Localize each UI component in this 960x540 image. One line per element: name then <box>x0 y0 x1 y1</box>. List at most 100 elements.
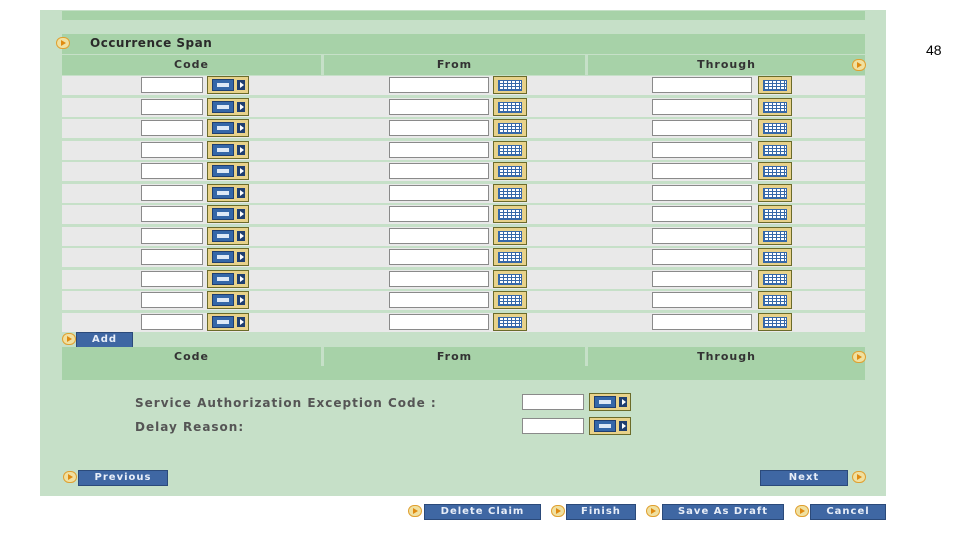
through-calendar-button[interactable] <box>758 205 792 223</box>
calendar-icon <box>498 252 522 263</box>
through-calendar-button[interactable] <box>758 248 792 266</box>
add-button[interactable]: Add <box>76 332 133 348</box>
through-date-input[interactable] <box>652 206 752 222</box>
through-calendar-button[interactable] <box>758 227 792 245</box>
cancel-bullet-icon <box>795 505 809 517</box>
through-calendar-button[interactable] <box>758 76 792 94</box>
through-date-input[interactable] <box>652 99 752 115</box>
calendar-icon <box>498 102 522 113</box>
arrow-right-icon <box>237 209 245 219</box>
code-input[interactable] <box>141 99 203 115</box>
through-date-input[interactable] <box>652 185 752 201</box>
bullet-icon <box>852 59 866 71</box>
from-calendar-button[interactable] <box>493 98 527 116</box>
arrow-right-icon <box>619 397 627 407</box>
cancel-button[interactable]: Cancel <box>810 504 886 520</box>
from-calendar-button[interactable] <box>493 76 527 94</box>
code-lookup-button[interactable] <box>207 98 249 116</box>
through-date-input[interactable] <box>652 120 752 136</box>
from-calendar-button[interactable] <box>493 141 527 159</box>
delete-claim-button[interactable]: Delete Claim <box>424 504 541 520</box>
code-input[interactable] <box>141 314 203 330</box>
code-lookup-button[interactable] <box>207 119 249 137</box>
from-date-input[interactable] <box>389 249 489 265</box>
from-date-input[interactable] <box>389 271 489 287</box>
service-auth-lookup-button[interactable] <box>589 393 631 411</box>
previous-button[interactable]: Previous <box>78 470 168 486</box>
from-date-input[interactable] <box>389 185 489 201</box>
code-input[interactable] <box>141 163 203 179</box>
from-calendar-button[interactable] <box>493 119 527 137</box>
next-button[interactable]: Next <box>760 470 848 486</box>
code-lookup-button[interactable] <box>207 162 249 180</box>
from-date-input[interactable] <box>389 99 489 115</box>
from-date-input[interactable] <box>389 77 489 93</box>
through-date-input[interactable] <box>652 271 752 287</box>
through-date-input[interactable] <box>652 77 752 93</box>
from-calendar-button[interactable] <box>493 162 527 180</box>
code-lookup-button[interactable] <box>207 205 249 223</box>
finish-bullet-icon <box>551 505 565 517</box>
code-input[interactable] <box>141 120 203 136</box>
through-date-input[interactable] <box>652 292 752 308</box>
from-calendar-button[interactable] <box>493 291 527 309</box>
through-calendar-button[interactable] <box>758 119 792 137</box>
through-date-input[interactable] <box>652 314 752 330</box>
from-calendar-button[interactable] <box>493 184 527 202</box>
from-calendar-button[interactable] <box>493 227 527 245</box>
through-date-input[interactable] <box>652 249 752 265</box>
code-lookup-button[interactable] <box>207 141 249 159</box>
through-calendar-button[interactable] <box>758 313 792 331</box>
from-date-input[interactable] <box>389 228 489 244</box>
code-lookup-button[interactable] <box>207 76 249 94</box>
from-calendar-button[interactable] <box>493 313 527 331</box>
arrow-right-icon <box>237 317 245 327</box>
arrow-right-icon <box>237 231 245 241</box>
code-input[interactable] <box>141 249 203 265</box>
through-calendar-button[interactable] <box>758 184 792 202</box>
delay-reason-lookup-button[interactable] <box>589 417 631 435</box>
lookup-icon <box>212 122 234 134</box>
code-input[interactable] <box>141 185 203 201</box>
code-lookup-button[interactable] <box>207 313 249 331</box>
code-lookup-button[interactable] <box>207 270 249 288</box>
code-lookup-button[interactable] <box>207 184 249 202</box>
through-date-input[interactable] <box>652 163 752 179</box>
code-input[interactable] <box>141 77 203 93</box>
from-calendar-button[interactable] <box>493 205 527 223</box>
calendar-icon <box>763 80 787 91</box>
code-lookup-button[interactable] <box>207 248 249 266</box>
save-as-draft-button[interactable]: Save As Draft <box>662 504 784 520</box>
from-calendar-button[interactable] <box>493 270 527 288</box>
finish-button[interactable]: Finish <box>566 504 636 520</box>
lookup-icon <box>212 208 234 220</box>
code-input[interactable] <box>141 292 203 308</box>
through-calendar-button[interactable] <box>758 98 792 116</box>
code-input[interactable] <box>141 228 203 244</box>
through-calendar-button[interactable] <box>758 141 792 159</box>
code-lookup-button[interactable] <box>207 227 249 245</box>
from-date-input[interactable] <box>389 206 489 222</box>
lookup-icon <box>212 316 234 328</box>
through-date-input[interactable] <box>652 142 752 158</box>
service-auth-exception-input[interactable] <box>522 394 584 410</box>
through-calendar-button[interactable] <box>758 291 792 309</box>
from-calendar-button[interactable] <box>493 248 527 266</box>
code-lookup-button[interactable] <box>207 291 249 309</box>
calendar-icon <box>763 252 787 263</box>
through-calendar-button[interactable] <box>758 162 792 180</box>
from-date-input[interactable] <box>389 142 489 158</box>
from-date-input[interactable] <box>389 292 489 308</box>
delay-reason-label: Delay Reason: <box>135 420 245 434</box>
from-date-input[interactable] <box>389 163 489 179</box>
code-input[interactable] <box>141 206 203 222</box>
from-date-input[interactable] <box>389 120 489 136</box>
through-calendar-button[interactable] <box>758 270 792 288</box>
delay-reason-input[interactable] <box>522 418 584 434</box>
code-input[interactable] <box>141 142 203 158</box>
code-input[interactable] <box>141 271 203 287</box>
from-date-input[interactable] <box>389 314 489 330</box>
calendar-icon <box>498 274 522 285</box>
through-date-input[interactable] <box>652 228 752 244</box>
calendar-icon <box>498 295 522 306</box>
